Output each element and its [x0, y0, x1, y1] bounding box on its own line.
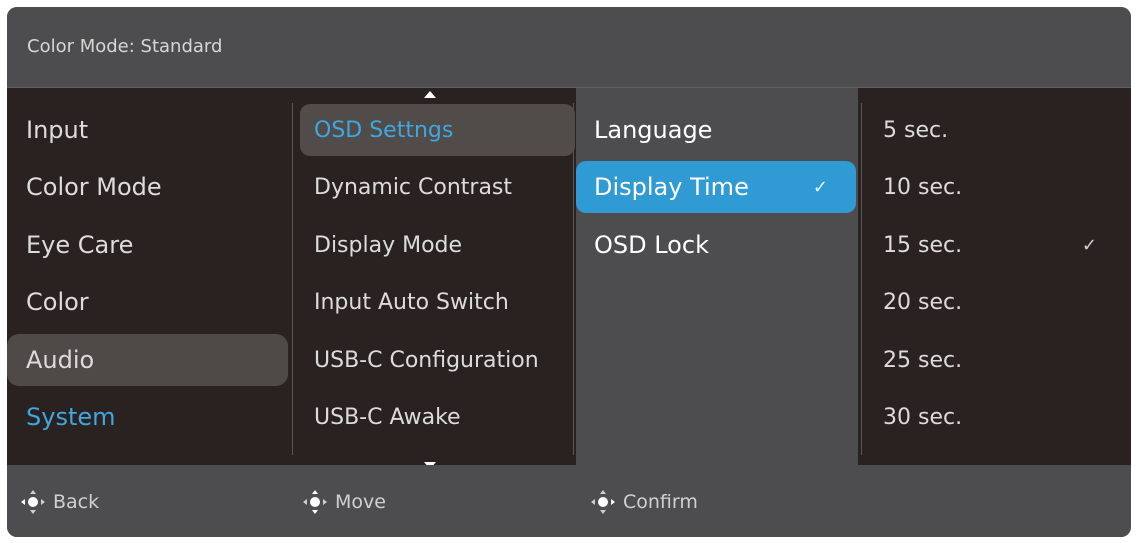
osd-item-language[interactable]: Language [576, 104, 856, 156]
osd-item-display-time[interactable]: Display Time ✓ [576, 161, 856, 213]
menu-item-label: Color [26, 288, 89, 316]
menu-item-color[interactable]: Color [7, 276, 288, 328]
submenu-item-osd-settings[interactable]: OSD Settngs [300, 104, 575, 156]
joystick-updown-icon [303, 490, 327, 514]
menu-item-label: Color Mode [26, 173, 162, 201]
option-30-sec[interactable]: 30 sec. [858, 391, 1131, 443]
check-icon: ✓ [1081, 234, 1097, 256]
option-15-sec[interactable]: 15 sec. ✓ [858, 219, 1131, 271]
submenu-item-input-auto-switch[interactable]: Input Auto Switch [300, 276, 575, 328]
menu-item-label: Input [26, 116, 89, 144]
joystick-right-icon [591, 490, 615, 514]
option-5-sec[interactable]: 5 sec. [858, 104, 1131, 156]
option-25-sec[interactable]: 25 sec. [858, 334, 1131, 386]
osd-settings-submenu: Language Display Time ✓ OSD Lock [576, 88, 858, 465]
menu-item-system[interactable]: System [7, 391, 288, 443]
check-icon: ✓ [812, 176, 828, 198]
submenu-item-usb-c-configuration[interactable]: USB-C Configuration [300, 334, 575, 386]
submenu-item-label: Display Mode [314, 232, 463, 258]
osd-menu: Color Mode: Standard Input Color Mode Ey… [7, 7, 1131, 537]
menu-item-audio[interactable]: Audio [7, 334, 288, 386]
divider [292, 103, 293, 455]
back-label: Back [53, 491, 100, 513]
option-label: 30 sec. [883, 404, 963, 430]
option-label: 5 sec. [883, 117, 949, 143]
osd-item-label: Language [594, 116, 713, 144]
osd-item-osd-lock[interactable]: OSD Lock [576, 219, 856, 271]
option-label: 20 sec. [883, 289, 963, 315]
joystick-left-icon [21, 490, 45, 514]
menu-item-label: System [26, 403, 116, 431]
option-20-sec[interactable]: 20 sec. [858, 276, 1131, 328]
submenu-item-label: USB-C Awake [314, 404, 461, 430]
option-label: 25 sec. [883, 347, 963, 373]
confirm-label: Confirm [623, 491, 698, 513]
system-submenu: OSD Settngs Dynamic Contrast Display Mod… [292, 88, 576, 469]
submenu-item-label: Dynamic Contrast [314, 174, 513, 200]
menu-item-input[interactable]: Input [7, 104, 288, 156]
scroll-up-icon[interactable] [424, 91, 436, 98]
osd-item-label: OSD Lock [594, 231, 709, 259]
option-label: 15 sec. [883, 232, 963, 258]
menu-item-eye-care[interactable]: Eye Care [7, 219, 288, 271]
back-hint[interactable]: Back [19, 489, 99, 515]
confirm-hint[interactable]: Confirm [589, 489, 698, 515]
osd-item-label: Display Time [594, 173, 749, 201]
submenu-item-label: OSD Settngs [314, 117, 454, 143]
osd-footer: Back Move Confirm [7, 465, 1131, 537]
submenu-item-display-mode[interactable]: Display Mode [300, 219, 575, 271]
display-time-options: 5 sec. 10 sec. 15 sec. ✓ 20 sec. 25 sec.… [858, 88, 1131, 465]
osd-header: Color Mode: Standard [7, 7, 1131, 88]
option-10-sec[interactable]: 10 sec. [858, 161, 1131, 213]
menu-item-label: Eye Care [26, 231, 134, 259]
submenu-item-dynamic-contrast[interactable]: Dynamic Contrast [300, 161, 575, 213]
move-hint[interactable]: Move [301, 489, 386, 515]
submenu-item-label: USB-C Configuration [314, 347, 539, 373]
option-label: 10 sec. [883, 174, 963, 200]
submenu-item-usb-c-awake[interactable]: USB-C Awake [300, 391, 575, 443]
menu-item-color-mode[interactable]: Color Mode [7, 161, 288, 213]
menu-item-label: Audio [26, 346, 95, 374]
main-menu: Input Color Mode Eye Care Color Audio Sy… [7, 88, 292, 465]
move-label: Move [335, 491, 386, 513]
color-mode-status: Color Mode: Standard [27, 36, 223, 57]
submenu-item-label: Input Auto Switch [314, 289, 509, 315]
